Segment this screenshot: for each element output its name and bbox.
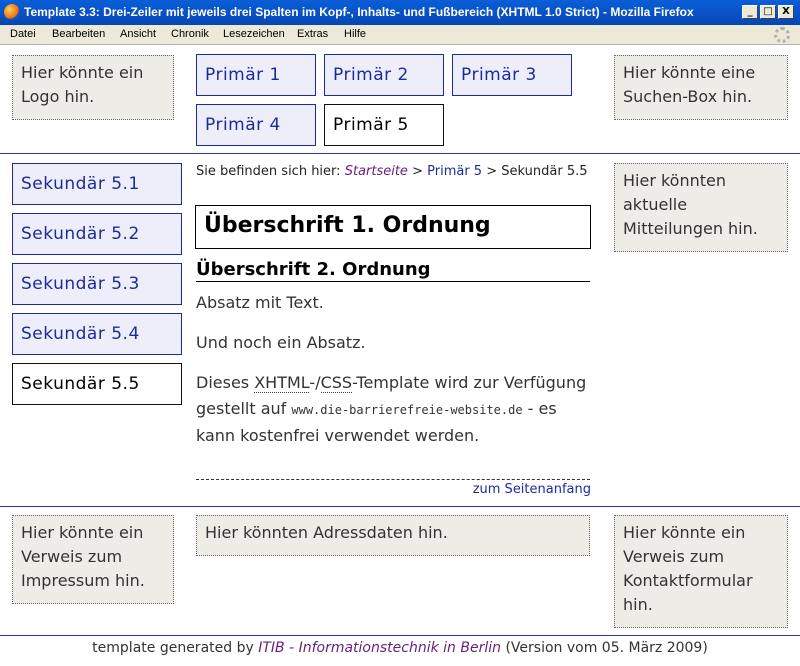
footer-credit-suffix: (Version vom 05. März 2009) bbox=[505, 640, 708, 656]
menu-ansicht[interactable]: Ansicht bbox=[120, 28, 156, 40]
paragraph-3: Dieses XHTML-/CSS-Template wird zur Verf… bbox=[196, 370, 592, 449]
breadcrumb-home-link[interactable]: Startseite bbox=[345, 164, 408, 179]
search-box-placeholder: Hier könnte eine Suchen-Box hin. bbox=[614, 55, 788, 120]
footer-divider bbox=[0, 506, 800, 507]
nav-primary-5[interactable]: Primär 5 bbox=[324, 104, 444, 146]
itib-link[interactable]: ITIB - Informationstechnik in Berlin bbox=[258, 640, 501, 656]
news-placeholder: Hier könnten aktuelle Mitteilungen hin. bbox=[614, 163, 788, 252]
logo-placeholder: Hier könnte ein Logo hin. bbox=[12, 55, 174, 120]
nav-secondary-5-3[interactable]: Sekundär 5.3 bbox=[12, 263, 182, 305]
menubar: Datei Bearbeiten Ansicht Chronik Lesezei… bbox=[0, 25, 800, 45]
nav-secondary-5-2[interactable]: Sekundär 5.2 bbox=[12, 213, 182, 255]
paragraph-3-text: -/ bbox=[309, 373, 321, 392]
bottom-divider bbox=[0, 635, 800, 636]
nav-secondary-5-4[interactable]: Sekundär 5.4 bbox=[12, 313, 182, 355]
abbr-css: CSS bbox=[320, 373, 353, 393]
contact-placeholder: Hier könnte ein Verweis zum Kontaktformu… bbox=[614, 515, 788, 628]
nav-primary-4[interactable]: Primär 4 bbox=[196, 104, 316, 146]
breadcrumb-prefix: Sie befinden sich hier: bbox=[196, 164, 341, 179]
nav-primary-2[interactable]: Primär 2 bbox=[324, 54, 444, 96]
breadcrumb-primary-5-link[interactable]: Primär 5 bbox=[427, 164, 482, 179]
menu-lesezeichen[interactable]: Lesezeichen bbox=[223, 28, 285, 40]
breadcrumb-current: Sekundär 5.5 bbox=[501, 164, 588, 179]
content-divider bbox=[196, 479, 590, 480]
page-content: Hier könnte ein Logo hin. Primär 1 Primä… bbox=[0, 45, 800, 666]
menu-extras[interactable]: Extras bbox=[297, 28, 328, 40]
nav-secondary-5-5[interactable]: Sekundär 5.5 bbox=[12, 363, 182, 405]
menu-datei[interactable]: Datei bbox=[10, 28, 36, 40]
paragraph-3-text: Dieses bbox=[196, 373, 250, 392]
window-titlebar[interactable]: Template 3.3: Drei-Zeiler mit jeweils dr… bbox=[0, 0, 800, 25]
header-divider bbox=[0, 153, 800, 154]
footer-credit: template generated by ITIB - Information… bbox=[0, 640, 800, 656]
impressum-placeholder: Hier könnte ein Verweis zum Impressum hi… bbox=[12, 515, 174, 604]
heading-1: Überschrift 1. Ordnung bbox=[195, 205, 591, 249]
back-to-top-link[interactable]: zum Seitenanfang bbox=[473, 482, 591, 497]
address-placeholder: Hier könnten Adressdaten hin. bbox=[196, 515, 590, 556]
paragraph-1: Absatz mit Text. bbox=[196, 293, 324, 312]
footer-credit-prefix: template generated by bbox=[92, 640, 254, 656]
menu-chronik[interactable]: Chronik bbox=[171, 28, 209, 40]
close-button[interactable]: X bbox=[778, 5, 794, 19]
paragraph-2: Und noch ein Absatz. bbox=[196, 333, 366, 352]
loading-throbber-icon bbox=[774, 27, 790, 43]
breadcrumb-separator: > bbox=[412, 164, 423, 179]
nav-primary-3[interactable]: Primär 3 bbox=[452, 54, 572, 96]
website-url: www.die-barrierefreie-website.de bbox=[291, 403, 523, 417]
minimize-button[interactable]: _ bbox=[742, 5, 758, 19]
nav-secondary-5-1[interactable]: Sekundär 5.1 bbox=[12, 163, 182, 205]
breadcrumb-separator: > bbox=[486, 164, 498, 179]
abbr-xhtml: XHTML bbox=[254, 373, 310, 393]
firefox-icon bbox=[4, 4, 20, 20]
nav-primary-1[interactable]: Primär 1 bbox=[196, 54, 316, 96]
window-title: Template 3.3: Drei-Zeiler mit jeweils dr… bbox=[24, 5, 694, 19]
menu-hilfe[interactable]: Hilfe bbox=[344, 28, 366, 40]
heading-2: Überschrift 2. Ordnung bbox=[196, 259, 590, 282]
maximize-button[interactable]: □ bbox=[760, 5, 776, 19]
breadcrumb: Sie befinden sich hier: Startseite > Pri… bbox=[196, 163, 596, 181]
menu-bearbeiten[interactable]: Bearbeiten bbox=[52, 28, 105, 40]
